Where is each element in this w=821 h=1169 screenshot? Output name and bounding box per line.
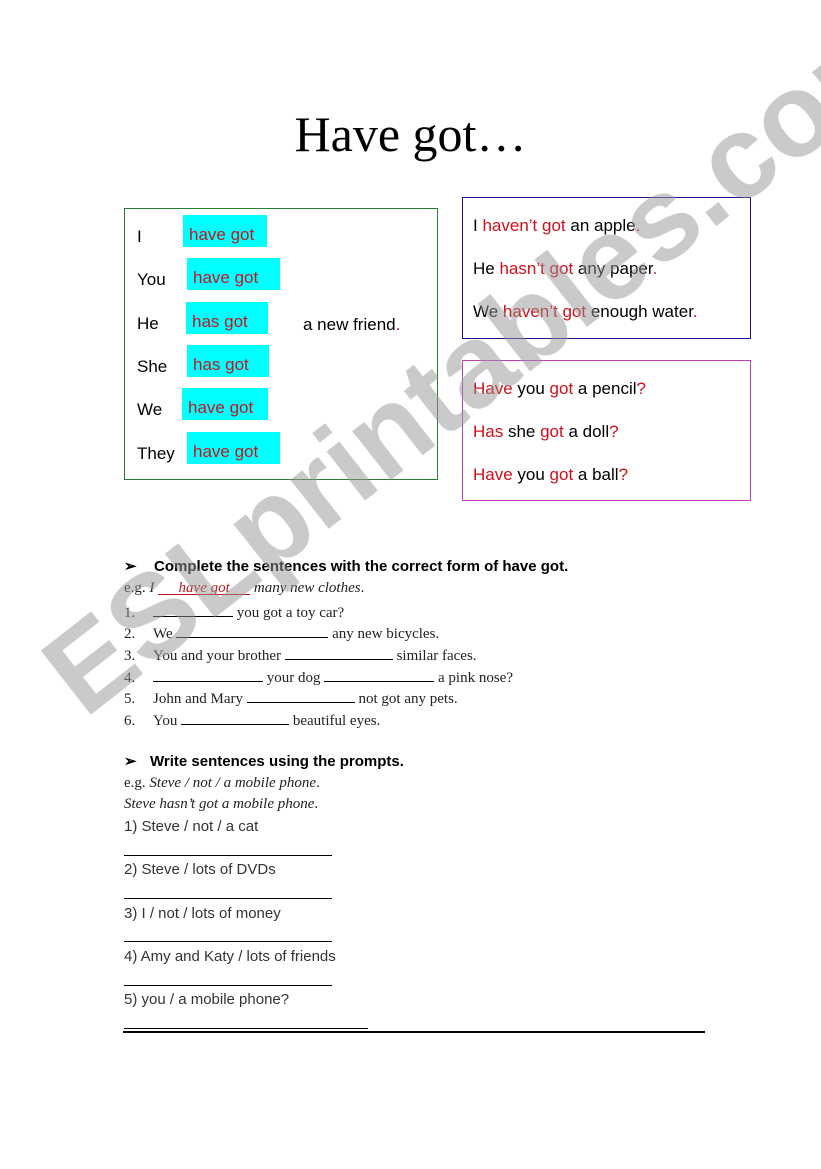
- subject: I: [137, 227, 142, 246]
- exercise1-item: 3. You and your brother similar faces.: [124, 645, 477, 665]
- answer-blank[interactable]: [246, 688, 355, 703]
- arrow-bullet-icon: ➢: [124, 558, 137, 575]
- answer-line[interactable]: [124, 898, 332, 899]
- subject: We: [137, 400, 163, 419]
- question-box: Have you got a pencil? Has she got a dol…: [462, 360, 751, 501]
- exercise2-example-prompt: e.g. Steve / not / a mobile phone.: [124, 775, 320, 791]
- arrow-bullet-icon: ➢: [124, 753, 137, 770]
- answer-blank[interactable]: [153, 667, 263, 682]
- prompt: 5) you / a mobile phone?: [124, 991, 290, 1008]
- answer-blank[interactable]: [284, 645, 393, 660]
- exercise2-example-answer: Steve hasn’t got a mobile phone.: [124, 796, 319, 812]
- negative-box: I haven’t got an apple. He hasn’t got an…: [462, 197, 751, 339]
- exercise1-item: 4. your dog a pink nose?: [124, 667, 513, 687]
- verb-highlight: have got: [183, 215, 267, 247]
- exercise1-item: 6. You beautiful eyes.: [124, 710, 380, 730]
- answer-line[interactable]: [124, 1028, 368, 1029]
- answer-line[interactable]: [124, 941, 332, 942]
- subject: They: [137, 444, 175, 463]
- affirmative-box: I have got You have got He has got She h…: [124, 208, 438, 480]
- subject: He: [137, 314, 159, 333]
- verb-highlight: have got: [182, 388, 268, 420]
- object-text: a new friend.: [303, 315, 401, 334]
- exercise1-item: 5. John and Mary not got any pets.: [124, 688, 458, 708]
- verb-highlight: have got: [187, 258, 280, 290]
- exercise2-heading: ➢ Write sentences using the prompts.: [124, 753, 404, 770]
- answer-blank[interactable]: [176, 623, 329, 638]
- subject: You: [137, 270, 166, 289]
- prompt: 1) Steve / not / a cat: [124, 818, 259, 835]
- question-sentence: Have you got a pencil?: [473, 379, 646, 398]
- exercise1-item: 2. We any new bicycles.: [124, 623, 439, 643]
- exercise1-heading: ➢ Complete the sentences with the correct…: [124, 558, 569, 575]
- answer-blank[interactable]: [153, 602, 233, 617]
- page-title: Have got…: [294, 106, 527, 162]
- subject: She: [137, 357, 168, 376]
- answer-line[interactable]: [124, 855, 332, 856]
- negative-sentence: He hasn’t got any paper.: [473, 259, 658, 278]
- negative-sentence: We haven’t got enough water.: [473, 302, 698, 321]
- negative-sentence: I haven’t got an apple.: [473, 216, 641, 235]
- answer-blank[interactable]: [181, 710, 290, 725]
- verb-highlight: has got: [187, 345, 269, 377]
- question-sentence: Has she got a doll?: [473, 422, 619, 441]
- prompt: 4) Amy and Katy / lots of friends: [124, 948, 336, 965]
- verb-highlight: has got: [186, 302, 268, 334]
- verb-highlight: have got: [187, 432, 280, 464]
- footer-rule: [123, 1031, 705, 1033]
- prompt: 3) I / not / lots of money: [124, 905, 281, 922]
- answer-line[interactable]: [124, 985, 332, 986]
- exercise1-item: 1. you got a toy car?: [124, 602, 344, 622]
- answer-blank[interactable]: [324, 667, 435, 682]
- question-sentence: Have you got a ball?: [473, 465, 629, 484]
- prompt: 2) Steve / lots of DVDs: [124, 861, 276, 878]
- exercise1-example: e.g. I have got many new clothes.: [124, 580, 365, 596]
